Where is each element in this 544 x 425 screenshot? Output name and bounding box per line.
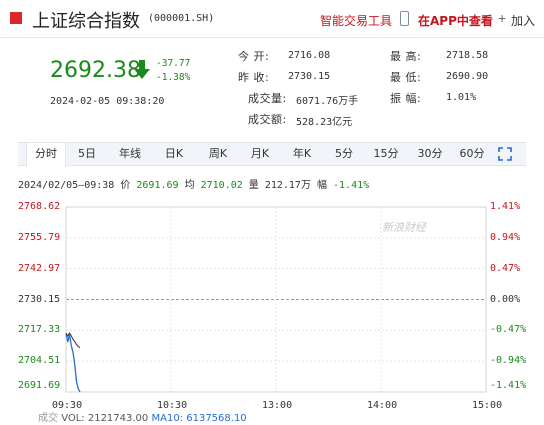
stat-value: 528.23亿元 <box>296 117 353 128</box>
stat-label: 今 开: <box>238 50 270 63</box>
stat-label: 成交额: <box>248 113 287 126</box>
y-pct-tick-label: 0.47% <box>490 262 521 274</box>
y-pct-tick-label: -0.94% <box>490 355 527 367</box>
crosshair-info: 2024/02/05—09:38 价 2691.69 均 2710.02 量 2… <box>18 176 369 191</box>
change-value: -37.77 <box>156 58 191 69</box>
fullscreen-icon[interactable] <box>498 147 512 161</box>
tab-15min[interactable]: 15分 <box>368 143 404 165</box>
sina-finance-watermark: 新浪财经 <box>382 221 426 234</box>
y-pct-tick-label: 1.41% <box>490 201 521 212</box>
info-price: 2691.69 <box>136 180 179 191</box>
info-price-label: 价 <box>120 180 131 191</box>
y-tick-label: 2768.62 <box>18 201 61 212</box>
quote-datetime: 2024-02-05 09:38:20 <box>50 96 165 107</box>
stat-value: 2718.58 <box>446 50 489 61</box>
stat-label: 成交量: <box>248 92 287 105</box>
y-tick-label: 2691.69 <box>18 380 61 391</box>
tab-yearly-k[interactable]: 年K <box>282 143 322 165</box>
y-pct-tick-label: 0.00% <box>490 293 521 305</box>
tab-daily-k[interactable]: 日K <box>154 143 194 165</box>
info-amp: -1.41% <box>333 180 370 191</box>
tab-5day[interactable]: 5日 <box>70 143 104 165</box>
y-tick-label: 2717.33 <box>18 324 61 336</box>
volume-value: VOL: 2121743.00 <box>61 413 149 424</box>
stock-code: (000001.SH) <box>148 13 215 24</box>
change-percent: -1.38% <box>156 72 191 83</box>
add-button[interactable]: 加入 <box>511 12 535 29</box>
y-tick-label: 2704.51 <box>18 355 61 367</box>
price-change: -37.77 -1.38% <box>156 57 190 85</box>
tab-monthly-k[interactable]: 月K <box>240 143 280 165</box>
phone-icon[interactable] <box>400 11 409 26</box>
stat-value: 2690.90 <box>446 71 489 82</box>
view-in-app-link[interactable]: 在APP中查看 <box>418 12 493 29</box>
info-vol: 212.17万 <box>264 180 311 191</box>
y-pct-tick-label: -0.47% <box>490 324 527 336</box>
current-price: 2692.38 <box>50 58 141 83</box>
price-line <box>65 333 81 393</box>
header: 上证综合指数 (000001.SH) 智能交易工具 在APP中查看 + 加入 <box>0 0 544 38</box>
tab-year-line[interactable]: 年线 <box>110 143 150 165</box>
y-pct-tick-label: -1.41% <box>490 380 527 391</box>
page-title: 上证综合指数 <box>32 11 140 32</box>
average-line <box>65 332 81 349</box>
stat-value: 6071.76万手 <box>296 96 359 107</box>
stat-value: 2716.08 <box>288 50 331 61</box>
info-amp-label: 幅 <box>316 180 327 191</box>
plus-icon[interactable]: + <box>498 10 506 26</box>
y-pct-tick-label: 0.94% <box>490 231 521 243</box>
info-avg: 2710.02 <box>200 180 243 191</box>
volume-label: 成交 <box>38 413 58 424</box>
tab-30min[interactable]: 30分 <box>412 143 448 165</box>
volume-legend: 成交 VOL: 2121743.00 MA10: 6137568.10 <box>38 409 247 424</box>
ma10-value: MA10: 6137568.10 <box>151 413 247 424</box>
stat-label: 最 低: <box>390 71 422 84</box>
info-time: 2024/02/05—09:38 <box>18 180 115 191</box>
stat-label: 振 幅: <box>390 92 422 105</box>
stat-value: 2730.15 <box>288 71 331 82</box>
stat-label: 最 高: <box>390 50 422 63</box>
index-marker-icon <box>10 12 22 24</box>
arrow-down-icon <box>134 60 150 79</box>
x-tick-label: 14:00 <box>367 400 398 411</box>
y-tick-label: 2742.97 <box>18 262 61 274</box>
stat-value: 1.01% <box>446 92 477 103</box>
info-avg-label: 均 <box>184 180 195 191</box>
chart-period-tabs: 分时 5日 年线 日K 周K 月K 年K 5分 15分 30分 60分 <box>18 142 526 167</box>
y-tick-label: 2755.79 <box>18 231 61 243</box>
x-tick-label: 13:00 <box>262 400 293 411</box>
tab-intraday[interactable]: 分时 <box>26 143 66 167</box>
x-tick-label: 15:00 <box>472 400 503 411</box>
tab-weekly-k[interactable]: 周K <box>198 143 238 165</box>
tab-5min[interactable]: 5分 <box>326 143 362 165</box>
tab-60min[interactable]: 60分 <box>454 143 490 165</box>
smart-trading-tools-link[interactable]: 智能交易工具 <box>320 12 392 29</box>
y-tick-label: 2730.15 <box>18 293 61 305</box>
info-vol-label: 量 <box>248 180 259 191</box>
stat-label: 昨 收: <box>238 71 270 84</box>
